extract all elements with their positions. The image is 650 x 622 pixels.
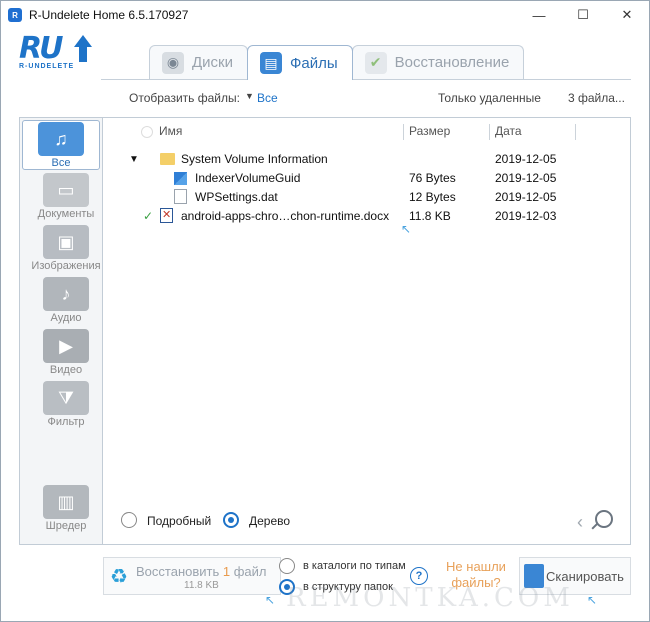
expander-icon[interactable]: ▼: [129, 154, 139, 165]
pointer-arrow-icon: ↖: [401, 222, 412, 236]
column-separator[interactable]: [489, 124, 490, 140]
category-panel: ♫ Все ▭ Документы ▣ Изображения ♪ Аудио …: [19, 117, 103, 545]
main-tabs: ◉ Диски ▤ Файлы ✔ Восстановление: [149, 45, 525, 80]
category-images[interactable]: ▣ Изображения: [30, 224, 102, 272]
category-documents-label: Документы: [37, 208, 95, 220]
logo-arrow-stem: [79, 46, 87, 62]
filter-icon: ⧩: [43, 381, 89, 415]
column-header-name[interactable]: Имя: [159, 124, 182, 142]
file-name: System Volume Information: [181, 152, 328, 166]
category-images-label: Изображения: [31, 260, 101, 272]
title-bar: R R-Undelete Home 6.5.170927 — ☐ ✕: [1, 1, 649, 29]
file-count: 3 файла...: [568, 91, 625, 105]
file-date: 2019-12-05: [495, 152, 557, 166]
tab-restore-label: Восстановление: [394, 54, 510, 71]
window-title: R-Undelete Home 6.5.170927: [29, 8, 189, 22]
file-list-panel: Имя Размер Дата ▼ System Volume Informat…: [103, 117, 631, 545]
tab-disks[interactable]: ◉ Диски: [149, 45, 248, 79]
table-row[interactable]: IndexerVolumeGuid 76 Bytes 2019-12-05: [103, 169, 603, 188]
logo-subtext: R-UNDELETE: [19, 63, 75, 70]
tab-files[interactable]: ▤ Файлы: [246, 45, 353, 80]
table-row[interactable]: ✓ android-apps-chro…chon-runtime.docx 11…: [103, 207, 603, 226]
images-icon: ▣: [43, 225, 89, 259]
category-all[interactable]: ♫ Все: [22, 120, 100, 170]
radio-detailed[interactable]: [121, 512, 137, 528]
file-name: android-apps-chro…chon-runtime.docx: [181, 209, 390, 223]
file-size: 11.8 KB: [409, 209, 451, 223]
chevron-left-icon[interactable]: ‹: [577, 512, 583, 533]
select-all-checkbox[interactable]: [141, 126, 153, 138]
radio-tree-label: Дерево: [249, 514, 291, 528]
column-separator[interactable]: [403, 124, 404, 140]
file-size: 76 Bytes: [409, 171, 456, 185]
recycle-icon: ♻: [110, 566, 128, 588]
only-deleted-toggle[interactable]: Только удаленные: [438, 91, 541, 105]
search-icon[interactable]: [595, 510, 613, 528]
table-row[interactable]: WPSettings.dat 12 Bytes 2019-12-05: [103, 188, 603, 207]
restore-button[interactable]: ♻ Восстановить 1 файл 11.8 KB: [103, 557, 281, 595]
category-audio-label: Аудио: [50, 312, 82, 324]
restore-size: 11.8 KB: [184, 580, 219, 591]
show-files-dropdown[interactable]: Все: [257, 91, 278, 105]
file-size: 12 Bytes: [409, 190, 456, 204]
restore-label: Восстановить 1 файл: [136, 564, 266, 579]
radio-dest-by-type[interactable]: [279, 558, 295, 574]
column-header-date[interactable]: Дата: [495, 124, 522, 142]
file-name: WPSettings.dat: [195, 190, 278, 204]
file-name: IndexerVolumeGuid: [195, 171, 301, 185]
checkmark-icon[interactable]: ✓: [143, 209, 153, 223]
deleted-docx-icon: [160, 208, 173, 223]
tab-disks-label: Диски: [192, 54, 233, 71]
maximize-button[interactable]: ☐: [561, 1, 605, 29]
radio-tree[interactable]: [223, 512, 239, 528]
category-shredder[interactable]: ▥ Шредер: [30, 484, 102, 532]
shredder-icon: ▥: [43, 485, 89, 519]
category-documents[interactable]: ▭ Документы: [30, 172, 102, 220]
restore-count: 1: [222, 564, 231, 579]
tab-underline: [101, 79, 631, 80]
documents-icon: ▭: [43, 173, 89, 207]
restore-label-prefix: Восстановить: [136, 564, 223, 579]
files-icon: ▤: [259, 52, 282, 74]
column-separator[interactable]: [575, 124, 576, 140]
pointer-arrow-icon: ↖: [587, 593, 598, 607]
restore-label-suffix: файл: [230, 564, 267, 579]
radio-detailed-label: Подробный: [147, 514, 212, 528]
show-files-label: Отобразить файлы:: [129, 91, 240, 105]
category-shredder-label: Шредер: [45, 520, 87, 532]
scan-label: Сканировать: [546, 569, 624, 584]
all-files-icon: ♫: [38, 122, 84, 156]
file-date: 2019-12-05: [495, 190, 557, 204]
audio-icon: ♪: [43, 277, 89, 311]
file-date: 2019-12-03: [495, 209, 557, 223]
chevron-down-icon[interactable]: ▼: [245, 91, 254, 101]
system-file-icon: [174, 172, 187, 185]
category-filter-label: Фильтр: [47, 416, 85, 428]
restore-icon: ✔: [364, 51, 387, 74]
category-audio[interactable]: ♪ Аудио: [30, 276, 102, 324]
pointer-arrow-icon: ↖: [265, 593, 276, 607]
tab-files-label: Файлы: [289, 54, 338, 72]
category-video[interactable]: ▶ Видео: [30, 328, 102, 376]
file-icon: [174, 189, 187, 204]
file-date: 2019-12-05: [495, 171, 557, 185]
close-button[interactable]: ✕: [605, 1, 649, 29]
table-row[interactable]: ▼ System Volume Information 2019-12-05: [103, 150, 603, 169]
disk-icon: ◉: [162, 51, 184, 74]
category-video-label: Видео: [49, 364, 83, 376]
folder-icon: [160, 153, 175, 165]
tab-restore[interactable]: ✔ Восстановление: [351, 45, 525, 79]
radio-dest-by-type-label: в каталоги по типам: [303, 560, 406, 572]
app-window: R R-Undelete Home 6.5.170927 — ☐ ✕ RU R-…: [0, 0, 650, 622]
watermark: REMONTKA.COM: [286, 583, 574, 613]
app-logo: RU R-UNDELETE: [19, 33, 99, 77]
category-filter[interactable]: ⧩ Фильтр: [30, 380, 102, 428]
column-header-size[interactable]: Размер: [409, 124, 450, 142]
minimize-button[interactable]: —: [517, 1, 561, 29]
video-icon: ▶: [43, 329, 89, 363]
app-icon: R: [8, 8, 22, 22]
window-controls: — ☐ ✕: [517, 1, 649, 29]
category-all-label: Все: [51, 157, 71, 169]
filter-bar: Отобразить файлы: ▼ Все Только удаленные…: [101, 87, 631, 109]
